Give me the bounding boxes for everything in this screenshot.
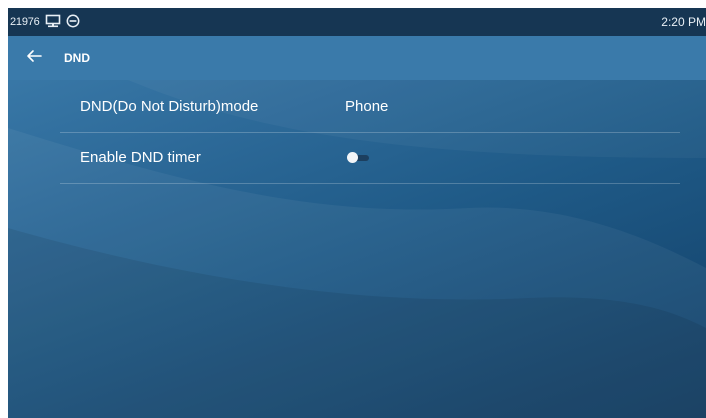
toggle-thumb — [347, 152, 358, 163]
extension-number: 21976 — [10, 16, 40, 28]
status-left-group: 21976 — [10, 8, 80, 36]
phone-screen: 21976 2:20 PM DND DND(Do Not Disturb)mod… — [8, 8, 706, 418]
title-bar: DND — [8, 36, 706, 80]
dnd-mode-label: DND(Do Not Disturb)mode — [80, 98, 259, 115]
dnd-timer-row[interactable]: Enable DND timer — [60, 133, 680, 184]
settings-list: DND(Do Not Disturb)mode Phone Enable DND… — [60, 82, 680, 184]
no-disturb-status-icon — [66, 14, 80, 31]
status-bar: 21976 2:20 PM — [8, 8, 706, 36]
dnd-timer-label: Enable DND timer — [80, 149, 201, 166]
dnd-mode-value[interactable]: Phone — [345, 82, 388, 132]
arrow-left-icon — [25, 49, 43, 68]
back-button[interactable] — [22, 46, 46, 70]
page-title: DND — [64, 51, 90, 65]
dnd-mode-row[interactable]: DND(Do Not Disturb)mode Phone — [60, 82, 680, 133]
network-icon — [45, 14, 61, 31]
dnd-timer-toggle[interactable] — [347, 152, 371, 163]
status-clock: 2:20 PM — [661, 15, 706, 29]
